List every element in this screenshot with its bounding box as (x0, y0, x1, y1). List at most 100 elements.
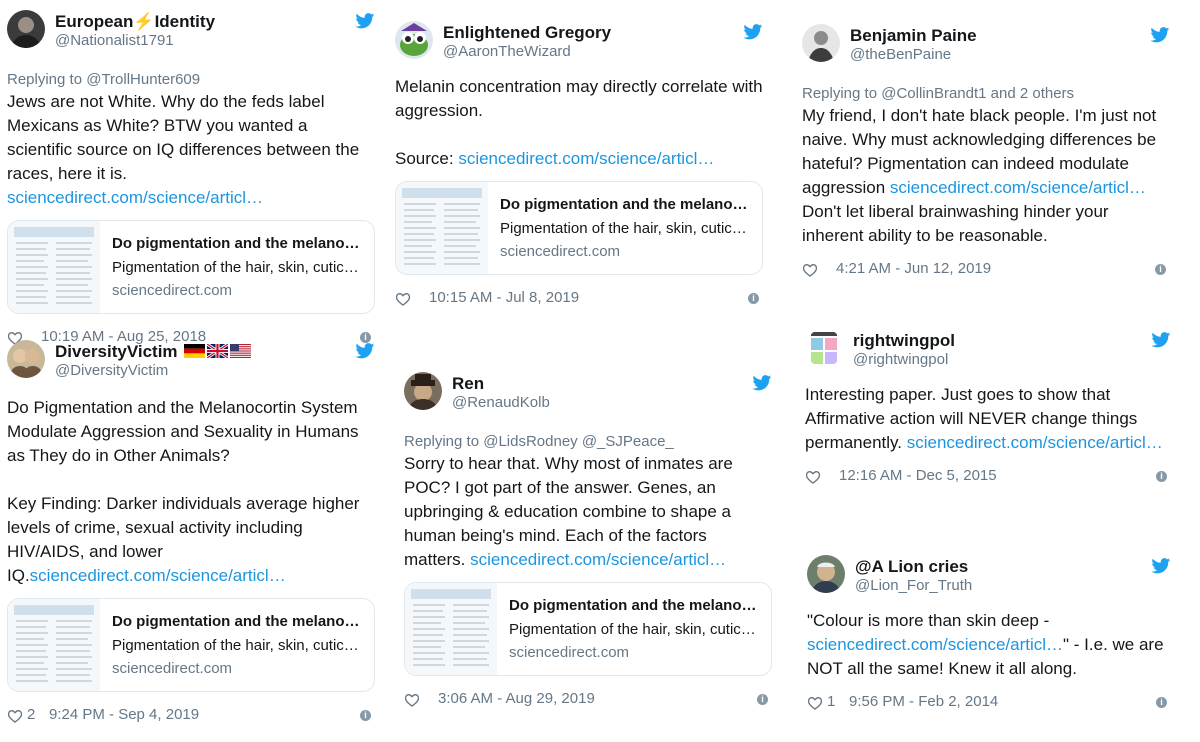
article-link[interactable]: sciencedirect.com/science/articl… (807, 635, 1063, 654)
link-card[interactable]: Do pigmentation and the melano… Pigmenta… (7, 220, 375, 314)
info-icon[interactable]: i (360, 710, 371, 721)
article-link[interactable]: sciencedirect.com/science/articl… (30, 566, 286, 585)
card-thumbnail (396, 182, 488, 274)
card-domain: sciencedirect.com (509, 644, 630, 661)
tweet-text: "Colour is more than skin deep - science… (807, 611, 1164, 678)
article-link[interactable]: sciencedirect.com/science/articl… (907, 433, 1163, 452)
like-count: 2 (27, 706, 36, 723)
tweet-header: DiversityVictim @DiversityVictim (7, 340, 375, 392)
tweet-text: Do Pigmentation and the Melanocortin Sys… (7, 396, 375, 588)
tweet-footer: 2 9:24 PM - Sep 4, 2019 i (7, 706, 375, 728)
heart-icon[interactable] (395, 291, 411, 307)
article-link[interactable]: sciencedirect.com/science/articl… (890, 178, 1146, 197)
timestamp[interactable]: 4:21 AM - Jun 12, 2019 (836, 260, 991, 277)
handle[interactable]: @Nationalist1791 (55, 32, 174, 49)
tweet-text: Melanin concentration may directly corre… (395, 75, 763, 171)
info-icon[interactable]: i (1156, 697, 1167, 708)
info-icon[interactable]: i (757, 694, 768, 705)
handle[interactable]: @RenaudKolb (452, 394, 550, 411)
card-thumbnail (405, 583, 497, 675)
twitter-bird-icon[interactable] (743, 24, 763, 40)
display-name[interactable]: Enlightened Gregory (443, 23, 611, 43)
display-name[interactable]: @A Lion cries (855, 557, 968, 577)
avatar[interactable] (802, 24, 840, 62)
heart-icon[interactable] (802, 262, 818, 278)
tweet-a-lion-cries: @A Lion cries @Lion_For_Truth "Colour is… (807, 555, 1171, 715)
article-link[interactable]: sciencedirect.com/science/articl… (470, 550, 726, 569)
heart-icon[interactable] (807, 695, 823, 711)
tweet-text-paragraph: Melanin concentration may directly corre… (395, 77, 763, 120)
replying-to[interactable]: Replying to @CollinBrandt1 and 2 others (802, 84, 1170, 104)
timestamp[interactable]: 3:06 AM - Aug 29, 2019 (438, 690, 595, 707)
tweet-footer: 12:16 AM - Dec 5, 2015 i (805, 467, 1171, 489)
avatar[interactable] (807, 555, 845, 593)
tweet-header: Benjamin Paine @theBenPaine (802, 24, 1170, 76)
twitter-bird-icon[interactable] (1150, 27, 1170, 43)
tweet-ren: Ren @RenaudKolb Replying to @LidsRodney … (404, 372, 772, 712)
info-icon[interactable]: i (1156, 471, 1167, 482)
article-link[interactable]: sciencedirect.com/science/articl… (458, 149, 714, 168)
avatar[interactable] (404, 372, 442, 410)
card-description: Pigmentation of the hair, skin, cuticl… (112, 637, 362, 654)
timestamp[interactable]: 9:24 PM - Sep 4, 2019 (49, 706, 199, 723)
tweet-text: My friend, I don't hate black people. I'… (802, 106, 1157, 245)
card-domain: sciencedirect.com (112, 282, 233, 299)
tweet-footer: 10:15 AM - Jul 8, 2019 i (395, 289, 763, 311)
article-link[interactable]: sciencedirect.com/science/articl… (7, 188, 263, 207)
card-title: Do pigmentation and the melano… (112, 235, 360, 252)
display-name[interactable]: Benjamin Paine (850, 26, 977, 46)
tweet-header: rightwingpol @rightwingpol (805, 329, 1171, 381)
handle[interactable]: @rightwingpol (853, 351, 948, 368)
replying-to[interactable]: Replying to @TrollHunter609 (7, 70, 375, 90)
twitter-bird-icon[interactable] (355, 343, 375, 359)
tweet-footer: 1 9:56 PM - Feb 2, 2014 i (807, 693, 1171, 715)
tweet-text: Sorry to hear that. Why most of inmates … (404, 454, 733, 569)
heart-icon[interactable] (805, 469, 821, 485)
heart-icon[interactable] (7, 708, 23, 724)
timestamp[interactable]: 9:56 PM - Feb 2, 2014 (849, 693, 998, 710)
twitter-bird-icon[interactable] (1151, 558, 1171, 574)
link-card[interactable]: Do pigmentation and the melano… Pigmenta… (7, 598, 375, 692)
card-description: Pigmentation of the hair, skin, cuticl… (500, 220, 750, 237)
link-card[interactable]: Do pigmentation and the melano… Pigmenta… (404, 582, 772, 676)
tweet-rightwingpol: rightwingpol @rightwingpol Interesting p… (805, 329, 1171, 489)
tweet-text-paragraph: Do Pigmentation and the Melanocortin Sys… (7, 398, 359, 465)
heart-icon[interactable] (404, 692, 420, 708)
display-name[interactable]: European⚡Identity (55, 12, 215, 32)
tweet-text-paragraph: Key Finding: Darker individuals average … (7, 494, 360, 585)
handle[interactable]: @AaronTheWizard (443, 43, 571, 60)
twitter-bird-icon[interactable] (752, 375, 772, 391)
tweet-header: @A Lion cries @Lion_For_Truth (807, 555, 1171, 607)
tweet-header: Ren @RenaudKolb (404, 372, 772, 424)
tweet-text: Interesting paper. Just goes to show tha… (805, 385, 1163, 452)
handle[interactable]: @Lion_For_Truth (855, 577, 972, 594)
replying-to[interactable]: Replying to @LidsRodney @_SJPeace_ (404, 432, 772, 452)
avatar[interactable] (7, 10, 45, 48)
handle[interactable]: @theBenPaine (850, 46, 951, 63)
tweet-benjamin-paine: Benjamin Paine @theBenPaine Replying to … (802, 24, 1170, 282)
timestamp[interactable]: 12:16 AM - Dec 5, 2015 (839, 467, 997, 484)
display-name[interactable]: DiversityVictim (55, 342, 252, 362)
twitter-bird-icon[interactable] (355, 13, 375, 29)
tweet-diversityvictim: DiversityVictim @DiversityVictim Do Pigm… (7, 340, 375, 728)
display-name[interactable]: rightwingpol (853, 331, 955, 351)
tweet-text: Jews are not White. Why do the feds labe… (7, 92, 360, 207)
card-description: Pigmentation of the hair, skin, cuticl… (112, 259, 362, 276)
tweet-footer: 3:06 AM - Aug 29, 2019 i (404, 690, 772, 712)
info-icon[interactable]: i (1155, 264, 1166, 275)
tweet-header: European⚡Identity @Nationalist1791 (7, 10, 375, 62)
avatar[interactable] (395, 21, 433, 59)
handle[interactable]: @DiversityVictim (55, 362, 168, 379)
avatar[interactable] (7, 340, 45, 378)
card-title: Do pigmentation and the melano… (112, 613, 360, 630)
card-thumbnail (8, 221, 100, 313)
link-card[interactable]: Do pigmentation and the melano… Pigmenta… (395, 181, 763, 275)
avatar[interactable] (805, 329, 843, 367)
display-name[interactable]: Ren (452, 374, 484, 394)
card-title: Do pigmentation and the melano… (500, 196, 748, 213)
info-icon[interactable]: i (748, 293, 759, 304)
twitter-bird-icon[interactable] (1151, 332, 1171, 348)
timestamp[interactable]: 10:15 AM - Jul 8, 2019 (429, 289, 579, 306)
germany-flag-icon (184, 344, 206, 358)
card-thumbnail (8, 599, 100, 691)
